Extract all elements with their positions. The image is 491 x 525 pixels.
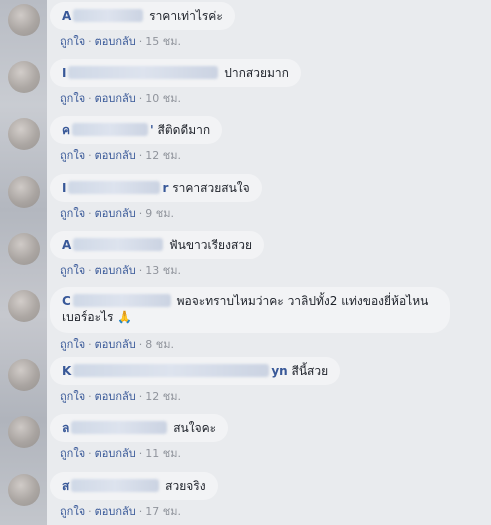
comment-time[interactable]: 17 ชม. xyxy=(145,505,181,518)
commenter-name[interactable]: A xyxy=(62,238,165,252)
comment-bubble: C พอจะทราบไหมว่าคะ วาลิปทั้ง2 แท่งของยี่… xyxy=(50,287,450,333)
commenter-name[interactable]: ส xyxy=(62,479,161,493)
blurred-name xyxy=(72,123,149,136)
reply-link[interactable]: ตอบกลับ xyxy=(95,390,136,403)
comment-time[interactable]: 9 ชม. xyxy=(145,207,174,220)
comment-item: Kyn สีนี้สวย ถูกใจ · ตอบกลับ · 12 ชม. xyxy=(50,357,491,404)
comment-bubble: Ir ราคาสวยสนใจ xyxy=(50,174,262,202)
reply-link[interactable]: ตอบกลับ xyxy=(95,35,136,48)
comment-item: A ราคาเท่าไรค่ะ ถูกใจ · ตอบกลับ · 15 ชม. xyxy=(50,2,491,49)
pray-emoji-icon: 🙏 xyxy=(117,310,133,324)
avatar[interactable] xyxy=(8,474,40,506)
comment-text: ราคาเท่าไรค่ะ xyxy=(149,9,223,23)
blurred-name xyxy=(73,364,270,377)
comment-bubble: A ราคาเท่าไรค่ะ xyxy=(50,2,235,30)
reply-link[interactable]: ตอบกลับ xyxy=(95,92,136,105)
commenter-name[interactable]: ล xyxy=(62,421,169,435)
comment-actions: ถูกใจ · ตอบกลับ · 8 ชม. xyxy=(60,338,174,351)
commenter-name[interactable]: A xyxy=(62,9,145,23)
comment-actions: ถูกใจ · ตอบกลับ · 10 ชม. xyxy=(60,92,181,105)
reply-link[interactable]: ตอบกลับ xyxy=(95,149,136,162)
commenter-name[interactable]: Ir xyxy=(62,181,168,195)
avatar[interactable] xyxy=(8,416,40,448)
comment-text: สีติดดีมาก xyxy=(157,123,211,137)
comment-actions: ถูกใจ · ตอบกลับ · 13 ชม. xyxy=(60,264,181,277)
avatar[interactable] xyxy=(8,233,40,265)
comment-actions: ถูกใจ · ตอบกลับ · 12 ชม. xyxy=(60,149,181,162)
avatar[interactable] xyxy=(8,118,40,150)
comment-bubble: I ปากสวยมาก xyxy=(50,59,301,87)
reply-link[interactable]: ตอบกลับ xyxy=(95,447,136,460)
commenter-name[interactable]: C xyxy=(62,294,173,308)
comment-item: ล สนใจคะ ถูกใจ · ตอบกลับ · 11 ชม. xyxy=(50,414,491,461)
blurred-name xyxy=(68,181,161,194)
like-link[interactable]: ถูกใจ xyxy=(60,505,85,518)
comment-actions: ถูกใจ · ตอบกลับ · 15 ชม. xyxy=(60,35,181,48)
comment-actions: ถูกใจ · ตอบกลับ · 9 ชม. xyxy=(60,207,174,220)
comment-bubble: ส สวยจริง xyxy=(50,472,218,500)
comment-actions: ถูกใจ · ตอบกลับ · 12 ชม. xyxy=(60,390,181,403)
avatar[interactable] xyxy=(8,359,40,391)
comment-time[interactable]: 15 ชม. xyxy=(145,35,181,48)
reply-link[interactable]: ตอบกลับ xyxy=(95,264,136,277)
avatar[interactable] xyxy=(8,176,40,208)
comment-time[interactable]: 13 ชม. xyxy=(145,264,181,277)
comment-text: สีนี้สวย xyxy=(291,364,329,378)
blurred-name xyxy=(72,294,171,307)
comment-bubble: Kyn สีนี้สวย xyxy=(50,357,341,385)
comment-text: สวยจริง xyxy=(165,479,206,493)
comment-time[interactable]: 12 ชม. xyxy=(145,390,181,403)
blurred-name xyxy=(73,238,164,251)
reply-link[interactable]: ตอบกลับ xyxy=(95,505,136,518)
like-link[interactable]: ถูกใจ xyxy=(60,149,85,162)
comment-bubble: A ฟันขาวเรียงสวย xyxy=(50,231,265,259)
commenter-name[interactable]: I xyxy=(62,66,220,80)
reply-link[interactable]: ตอบกลับ xyxy=(95,338,136,351)
comment-time[interactable]: 8 ชม. xyxy=(145,338,174,351)
like-link[interactable]: ถูกใจ xyxy=(60,390,85,403)
commenter-name[interactable]: ค ' xyxy=(62,123,154,137)
like-link[interactable]: ถูกใจ xyxy=(60,35,85,48)
comment-item: A ฟันขาวเรียงสวย ถูกใจ · ตอบกลับ · 13 ชม. xyxy=(50,231,491,278)
comment-bubble: ล สนใจคะ xyxy=(50,414,229,442)
blurred-name xyxy=(71,479,160,492)
comment-text: ฟันขาวเรียงสวย xyxy=(169,238,253,252)
comment-text: สนใจคะ xyxy=(173,421,217,435)
comment-time[interactable]: 11 ชม. xyxy=(145,447,181,460)
comment-item: C พอจะทราบไหมว่าคะ วาลิปทั้ง2 แท่งของยี่… xyxy=(50,287,491,352)
like-link[interactable]: ถูกใจ xyxy=(60,207,85,220)
comment-actions: ถูกใจ · ตอบกลับ · 11 ชม. xyxy=(60,447,181,460)
like-link[interactable]: ถูกใจ xyxy=(60,264,85,277)
like-link[interactable]: ถูกใจ xyxy=(60,92,85,105)
comment-bubble: ค ' สีติดดีมาก xyxy=(50,116,223,144)
avatar[interactable] xyxy=(8,61,40,93)
blurred-name xyxy=(71,421,168,434)
comment-item: Ir ราคาสวยสนใจ ถูกใจ · ตอบกลับ · 9 ชม. xyxy=(50,174,491,221)
blurred-name xyxy=(73,9,144,22)
blurred-name xyxy=(68,66,219,79)
like-link[interactable]: ถูกใจ xyxy=(60,447,85,460)
comment-actions: ถูกใจ · ตอบกลับ · 17 ชม. xyxy=(60,505,181,518)
comment-text: ราคาสวยสนใจ xyxy=(172,181,250,195)
avatar[interactable] xyxy=(8,4,40,36)
comment-time[interactable]: 12 ชม. xyxy=(145,149,181,162)
like-link[interactable]: ถูกใจ xyxy=(60,338,85,351)
reply-link[interactable]: ตอบกลับ xyxy=(95,207,136,220)
comment-text: ปากสวยมาก xyxy=(224,66,289,80)
commenter-name[interactable]: Kyn xyxy=(62,364,288,378)
comment-item: ค ' สีติดดีมาก ถูกใจ · ตอบกลับ · 12 ชม. xyxy=(50,116,491,163)
comment-item: ส สวยจริง ถูกใจ · ตอบกลับ · 17 ชม. xyxy=(50,472,491,519)
comment-time[interactable]: 10 ชม. xyxy=(145,92,181,105)
avatar[interactable] xyxy=(8,290,40,322)
comment-item: I ปากสวยมาก ถูกใจ · ตอบกลับ · 10 ชม. xyxy=(50,59,491,106)
